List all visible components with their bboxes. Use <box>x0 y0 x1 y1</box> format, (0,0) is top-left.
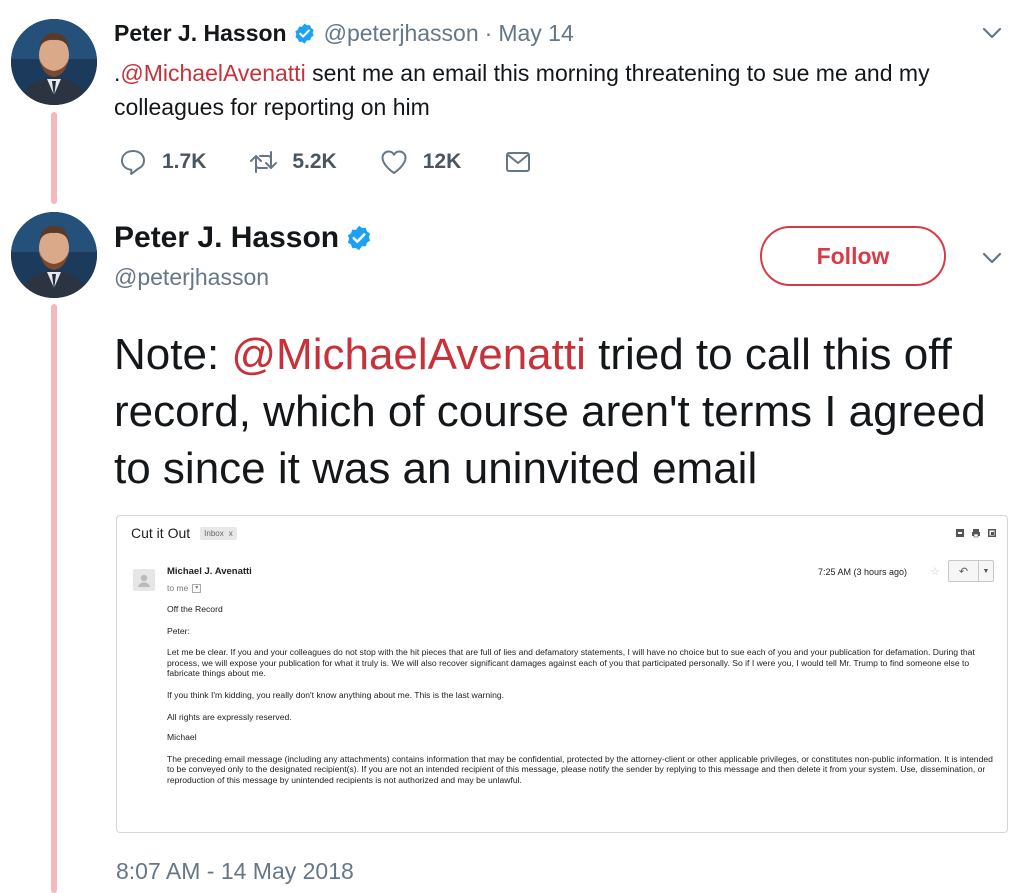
direct-message-button[interactable] <box>503 147 533 177</box>
verified-badge-icon <box>345 224 373 252</box>
email-subject: Cut it Out <box>131 525 191 541</box>
email-sender: Michael J. Avenatti <box>167 566 252 577</box>
email-paragraph: Let me be clear. If you and your colleag… <box>167 647 975 679</box>
chevron-down-icon[interactable] <box>979 245 1005 271</box>
avatar[interactable] <box>11 212 97 298</box>
like-count: 12K <box>422 150 462 173</box>
tweet-date[interactable]: May 14 <box>498 20 573 47</box>
chevron-down-icon[interactable] <box>979 20 1005 46</box>
email-subject-row: Cut it Out Inbox x <box>131 525 237 541</box>
author-name[interactable]: Peter J. Hasson <box>114 20 287 47</box>
author-handle[interactable]: @peterjhasson <box>114 264 269 291</box>
star-icon: ☆ <box>930 566 940 578</box>
verified-badge-icon <box>293 22 316 45</box>
tweet-text: Note: @MichaelAvenatti tried to call thi… <box>114 326 1014 497</box>
sender-avatar-icon <box>133 569 155 591</box>
new-window-icon <box>987 528 997 538</box>
email-paragraph: Peter: <box>167 625 190 636</box>
details-dropdown-icon: ▾ <box>192 583 202 593</box>
attached-email-image[interactable]: Cut it Out Inbox x Michael J. Avenatti to… <box>116 515 1008 833</box>
follow-button[interactable]: Follow <box>760 226 946 286</box>
avatar[interactable] <box>11 19 97 105</box>
email-time: 7:25 AM (3 hours ago) <box>818 567 908 577</box>
tweet-actions: 1.7K 5.2K 12K <box>118 145 575 179</box>
reply-button[interactable]: 1.7K <box>118 147 206 177</box>
mention-link[interactable]: @MichaelAvenatti <box>231 330 585 379</box>
retweet-icon <box>250 151 278 173</box>
email-recipient: to me ▾ <box>167 583 202 593</box>
mention-link[interactable]: @MichaelAvenatti <box>120 60 305 86</box>
inbox-label-text: Inbox <box>204 528 224 538</box>
like-icon <box>381 150 407 174</box>
tweet-header: Peter J. Hasson <box>114 218 373 258</box>
print-icon <box>971 528 981 538</box>
tweet-timestamp[interactable]: 8:07 AM - 14 May 2018 <box>116 858 354 885</box>
inbox-label: Inbox x <box>200 526 237 540</box>
email-recipient-text: to me <box>167 583 189 593</box>
inbox-label-close: x <box>228 528 233 538</box>
thread-connector-line <box>51 304 57 893</box>
email-body: Off the Record Peter: Let me be clear. I… <box>167 604 995 797</box>
email-paragraph: Michael <box>167 732 197 743</box>
email-disclaimer: The preceding email message (including a… <box>167 753 993 785</box>
more-options-icon: ▼ <box>982 567 990 575</box>
author-handle[interactable]: @peterjhasson <box>324 20 479 47</box>
email-paragraph: Off the Record <box>167 604 223 614</box>
email-paragraph: All rights are expressly reserved. <box>167 711 292 722</box>
reply-arrow-icon: ↶ <box>949 561 979 581</box>
reply-count: 1.7K <box>162 150 207 173</box>
collapse-icon <box>955 528 965 538</box>
retweet-count: 5.2K <box>292 150 337 173</box>
tweet-text: .@MichaelAvenatti sent me an email this … <box>114 56 1004 124</box>
tweet-text-prefix: Note: <box>114 330 232 379</box>
reply-icon <box>121 150 145 175</box>
email-paragraph: If you think I'm kidding, you really don… <box>167 689 505 700</box>
direct-message-icon <box>506 152 531 172</box>
like-button[interactable]: 12K <box>379 147 462 177</box>
email-reply-controls: ↶ ▼ <box>948 560 994 582</box>
thread-connector-line <box>51 112 57 204</box>
email-toolbar <box>949 528 997 538</box>
tweet-header: Peter J. Hasson @peterjhasson · May 14 <box>114 16 574 50</box>
separator-dot: · <box>484 19 493 46</box>
author-name[interactable]: Peter J. Hasson <box>114 221 339 255</box>
retweet-button[interactable]: 5.2K <box>248 147 337 177</box>
